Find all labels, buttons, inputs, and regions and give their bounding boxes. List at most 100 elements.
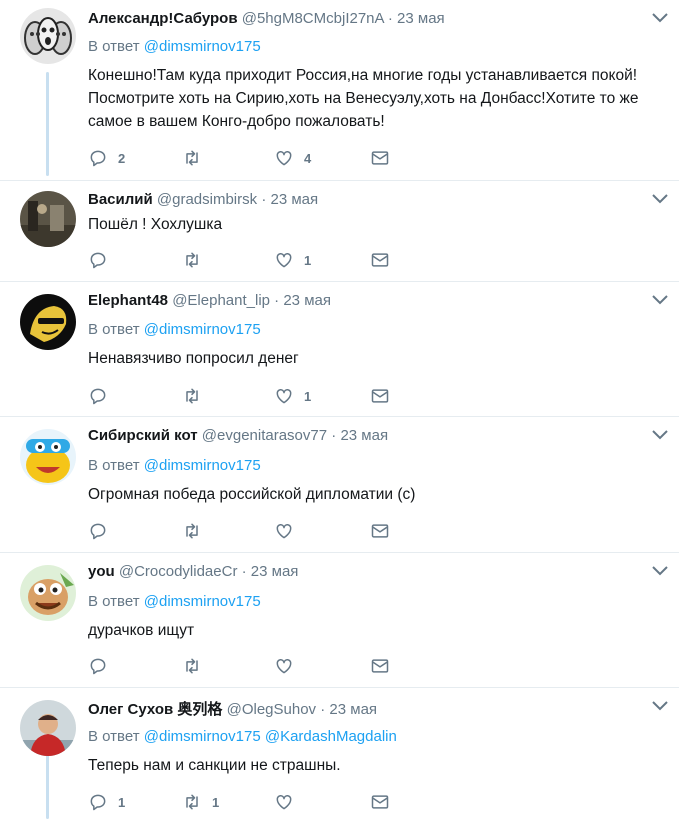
avatar[interactable] xyxy=(20,294,76,350)
tweet[interactable]: Олег Сухов 奥列格 @OlegSuhov · 23 мая В отв… xyxy=(0,688,679,819)
timestamp[interactable]: 23 мая xyxy=(251,563,299,580)
chevron-down-icon[interactable] xyxy=(651,565,669,577)
retweet-button[interactable] xyxy=(182,147,212,169)
mention-link[interactable]: @dimsmirnov175 xyxy=(144,457,261,474)
reply-label: В ответ xyxy=(88,457,140,474)
author-handle[interactable]: @Elephant_lip xyxy=(172,292,270,309)
timestamp[interactable]: 23 мая xyxy=(340,427,388,444)
mention-link[interactable]: @dimsmirnov175 xyxy=(144,728,261,745)
retweet-button[interactable] xyxy=(182,249,212,271)
author-handle[interactable]: @5hgM8CMcbjI27nA xyxy=(242,10,384,27)
author-handle[interactable]: @gradsimbirsk xyxy=(157,191,257,208)
reply-context: В ответ @dimsmirnov175 xyxy=(88,457,261,474)
mention-link[interactable]: @dimsmirnov175 xyxy=(144,321,261,338)
retweet-button[interactable] xyxy=(182,385,212,407)
like-icon xyxy=(276,658,292,674)
reply-button[interactable] xyxy=(88,385,118,407)
reply-icon xyxy=(90,658,106,675)
author-name[interactable]: Александр!Сабуров xyxy=(88,10,238,27)
reply-icon xyxy=(90,523,106,540)
like-icon xyxy=(276,388,292,404)
retweet-icon xyxy=(186,523,198,539)
tweet[interactable]: Василий @gradsimbirsk · 23 мая Пошёл ! Х… xyxy=(0,181,679,282)
tweet-feed: Александр!Сабуров @5hgM8CMcbjI27nA · 23 … xyxy=(0,0,679,819)
reply-icon xyxy=(90,794,106,811)
thread-line xyxy=(46,72,49,176)
timestamp[interactable]: 23 мая xyxy=(329,701,377,718)
reply-label: В ответ xyxy=(88,321,140,338)
author-name[interactable]: Сибирский кот xyxy=(88,427,198,444)
retweet-button[interactable] xyxy=(182,655,212,677)
reply-button[interactable] xyxy=(88,655,118,677)
mention-link[interactable]: @dimsmirnov175 xyxy=(144,593,261,610)
avatar[interactable] xyxy=(20,191,76,247)
mention-link[interactable]: @dimsmirnov175 xyxy=(144,38,261,55)
direct-message-button[interactable] xyxy=(370,655,390,677)
author-handle[interactable]: @evgenitarasov77 xyxy=(202,427,327,444)
avatar[interactable] xyxy=(20,429,76,485)
tweet[interactable]: you @CrocodylidaeCr · 23 мая В ответ @di… xyxy=(0,553,679,688)
avatar[interactable] xyxy=(20,565,76,621)
reply-context: В ответ @dimsmirnov175 xyxy=(88,321,261,338)
reply-button[interactable] xyxy=(88,520,118,542)
direct-message-button[interactable] xyxy=(370,385,390,407)
reply-count: 2 xyxy=(118,150,126,166)
avatar[interactable] xyxy=(20,700,76,756)
author-name[interactable]: Олег Сухов 奥列格 xyxy=(88,701,222,718)
direct-message-button[interactable] xyxy=(370,147,390,169)
author-name[interactable]: you xyxy=(88,563,115,580)
reply-button[interactable]: 2 xyxy=(88,147,125,169)
chevron-down-icon[interactable] xyxy=(651,700,669,712)
author-name[interactable]: Василий xyxy=(88,191,153,208)
like-button[interactable] xyxy=(274,791,304,813)
tweet-text: Пошёл ! Хохлушка xyxy=(88,216,223,233)
like-icon xyxy=(276,794,292,810)
chevron-down-icon[interactable] xyxy=(651,193,669,205)
author-name[interactable]: Elephant48 xyxy=(88,292,168,309)
direct-message-icon xyxy=(371,389,389,403)
author-handle[interactable]: @CrocodylidaeCr xyxy=(119,563,238,580)
retweet-icon xyxy=(186,658,198,674)
retweet-button[interactable] xyxy=(182,520,212,542)
author-handle[interactable]: @OlegSuhov xyxy=(227,701,316,718)
like-icon xyxy=(276,150,292,166)
retweet-count: 1 xyxy=(212,794,220,810)
tweet[interactable]: Elephant48 @Elephant_lip · 23 мая В отве… xyxy=(0,282,679,417)
direct-message-button[interactable] xyxy=(370,791,390,813)
like-button[interactable]: 1 xyxy=(274,385,311,407)
chevron-down-icon[interactable] xyxy=(651,294,669,306)
reply-icon xyxy=(90,150,106,167)
direct-message-button[interactable] xyxy=(370,520,390,542)
direct-message-icon xyxy=(371,524,389,538)
reply-count: 1 xyxy=(118,794,126,810)
tweet[interactable]: Сибирский кот @evgenitarasov77 · 23 мая … xyxy=(0,417,679,553)
like-count: 1 xyxy=(304,252,312,268)
tweet-text: Конешно!Там куда приходит Россия,на мног… xyxy=(88,67,639,130)
tweet-text: дурачков ищут xyxy=(88,622,195,639)
tweet[interactable]: Александр!Сабуров @5hgM8CMcbjI27nA · 23 … xyxy=(0,0,679,181)
like-button[interactable]: 4 xyxy=(274,147,311,169)
reply-label: В ответ xyxy=(88,593,140,610)
reply-button[interactable]: 1 xyxy=(88,791,125,813)
mention-link[interactable]: @KardashMagdalin xyxy=(265,728,397,745)
avatar[interactable] xyxy=(20,8,76,64)
reply-context: В ответ @dimsmirnov175 @KardashMagdalin xyxy=(88,728,397,745)
retweet-icon xyxy=(186,150,198,166)
timestamp[interactable]: 23 мая xyxy=(270,191,318,208)
reply-icon xyxy=(90,252,106,269)
like-button[interactable] xyxy=(274,655,304,677)
direct-message-button[interactable] xyxy=(370,249,390,271)
like-button[interactable] xyxy=(274,520,304,542)
retweet-button[interactable]: 1 xyxy=(182,791,219,813)
thread-line xyxy=(46,754,49,819)
chevron-down-icon[interactable] xyxy=(651,12,669,24)
retweet-icon xyxy=(186,794,198,810)
like-button[interactable]: 1 xyxy=(274,249,311,271)
like-count: 4 xyxy=(304,150,312,166)
chevron-down-icon[interactable] xyxy=(651,429,669,441)
timestamp[interactable]: 23 мая xyxy=(397,10,445,27)
retweet-icon xyxy=(186,252,198,268)
tweet-text: Ненавязчиво попросил денег xyxy=(88,350,299,367)
timestamp[interactable]: 23 мая xyxy=(283,292,331,309)
reply-button[interactable] xyxy=(88,249,118,271)
